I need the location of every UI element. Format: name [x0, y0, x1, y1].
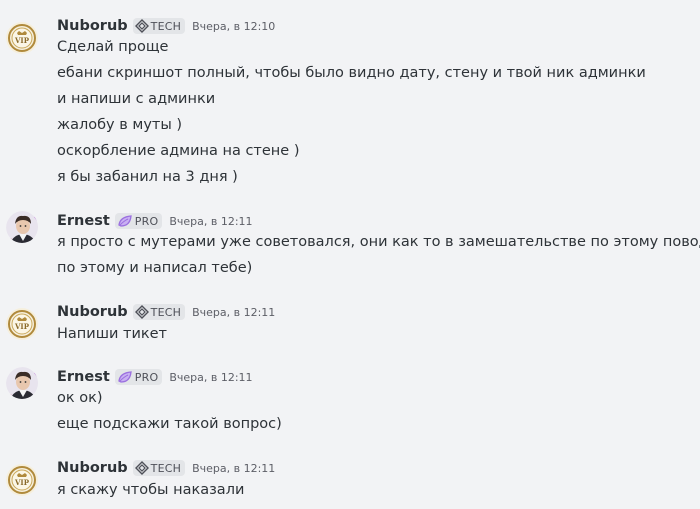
message-line: жалобу в муты )	[57, 117, 183, 133]
username[interactable]: Nuborub	[57, 18, 128, 34]
vip-avatar-icon: VIP	[6, 22, 38, 54]
avatar-vip[interactable]: VIP	[6, 308, 38, 340]
user-photo-icon	[6, 211, 38, 243]
message-line: Напиши тикет	[57, 326, 167, 342]
svg-text:VIP: VIP	[14, 322, 30, 331]
message-line: Сделай проще	[57, 39, 169, 55]
username[interactable]: Ernest	[57, 369, 110, 385]
role-tag-label: TECH	[150, 461, 182, 475]
avatar-vip[interactable]: VIP	[6, 464, 38, 496]
timestamp[interactable]: Вчера, в 12:11	[169, 371, 252, 384]
message-line: я бы забанил на 3 дня )	[57, 169, 238, 185]
message-line: по этому и написал тебе)	[57, 260, 253, 276]
timestamp[interactable]: Вчера, в 12:11	[192, 462, 275, 475]
role-tag-pro[interactable]: PRO	[114, 213, 163, 229]
message-line: я скажу чтобы наказали	[57, 482, 245, 498]
role-tag-tech[interactable]: TECH	[132, 18, 186, 34]
role-tag-label: TECH	[150, 19, 182, 33]
svg-text:VIP: VIP	[14, 478, 30, 487]
message-line: еще подскажи такой вопрос)	[57, 416, 282, 432]
vip-avatar-icon: VIP	[6, 308, 38, 340]
username[interactable]: Nuborub	[57, 460, 128, 476]
username[interactable]: Ernest	[57, 213, 110, 229]
role-tag-pro[interactable]: PRO	[114, 369, 163, 385]
chat-log: VIP Nuborub TECH Вчера, в 12:10 Сделай п…	[0, 0, 700, 509]
user-photo-icon	[6, 367, 38, 399]
avatar-ernest[interactable]	[6, 367, 38, 399]
tech-diamond-icon	[134, 461, 149, 475]
timestamp[interactable]: Вчера, в 12:11	[169, 215, 252, 228]
tech-diamond-icon	[134, 19, 149, 33]
username[interactable]: Nuborub	[57, 304, 128, 320]
avatar-ernest[interactable]	[6, 211, 38, 243]
role-tag-label: TECH	[150, 305, 182, 319]
message-line: я просто с мутерами уже советовался, они…	[57, 234, 700, 250]
vip-avatar-icon: VIP	[6, 464, 38, 496]
role-tag-tech[interactable]: TECH	[132, 304, 186, 320]
tech-diamond-icon	[134, 305, 149, 319]
message-line: ебани скриншот полный, чтобы было видно …	[57, 65, 646, 81]
timestamp[interactable]: Вчера, в 12:11	[192, 306, 275, 319]
message-header: Nuborub TECH Вчера, в 12:11	[57, 458, 275, 478]
message-header: Nuborub TECH Вчера, в 12:11	[57, 302, 275, 322]
avatar-vip[interactable]: VIP	[6, 22, 38, 54]
role-tag-label: PRO	[134, 370, 159, 384]
message-line: ок ок)	[57, 390, 103, 406]
message-line: оскорбление админа на стене )	[57, 143, 300, 159]
pro-leaf-icon	[118, 371, 132, 383]
role-tag-label: PRO	[134, 214, 159, 228]
message-line: и напиши с админки	[57, 91, 216, 107]
message-header: Ernest PRO Вчера, в 12:11	[57, 211, 253, 231]
pro-leaf-icon	[118, 215, 132, 227]
role-tag-tech[interactable]: TECH	[132, 460, 186, 476]
timestamp[interactable]: Вчера, в 12:10	[192, 20, 275, 33]
message-header: Nuborub TECH Вчера, в 12:10	[57, 16, 275, 36]
svg-text:VIP: VIP	[14, 36, 30, 45]
message-header: Ernest PRO Вчера, в 12:11	[57, 367, 253, 387]
